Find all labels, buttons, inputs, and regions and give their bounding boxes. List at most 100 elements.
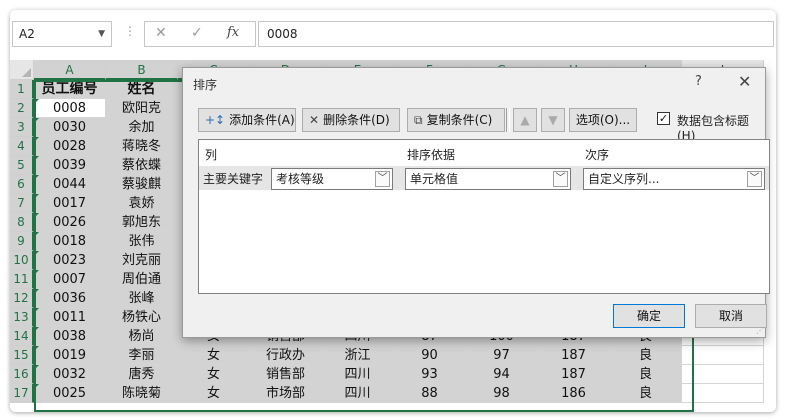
row-header[interactable]: 15 — [10, 346, 34, 365]
table-cell[interactable]: 陈晓菊 — [106, 384, 178, 403]
row-header[interactable]: 7 — [10, 194, 34, 213]
header-cell[interactable]: 员工编号 — [34, 80, 106, 99]
sort-condition-row[interactable]: 主要关键字 考核等级 ﹀ 单元格值 ﹀ 自定义序列... ﹀ — [199, 166, 769, 190]
chevron-down-icon[interactable]: ▼ — [98, 22, 105, 46]
chevron-down-icon[interactable]: ﹀ — [553, 171, 568, 187]
chevron-down-icon[interactable]: ﹀ — [375, 171, 390, 187]
row-header[interactable]: 12 — [10, 289, 34, 308]
table-cell[interactable]: 0044 — [34, 175, 106, 194]
select-all-corner[interactable] — [10, 60, 34, 80]
table-cell[interactable]: 四川 — [322, 384, 394, 403]
table-cell[interactable]: 周伯通 — [106, 270, 178, 289]
table-cell[interactable]: 0007 — [34, 270, 106, 289]
table-cell[interactable]: 李丽 — [106, 346, 178, 365]
row-header[interactable]: 17 — [10, 384, 34, 403]
table-cell[interactable] — [682, 365, 764, 384]
table-cell[interactable]: 蒋晓冬 — [106, 137, 178, 156]
table-cell[interactable]: 0030 — [34, 118, 106, 137]
table-cell[interactable]: 女 — [178, 384, 250, 403]
table-cell[interactable]: 张伟 — [106, 232, 178, 251]
table-cell[interactable]: 女 — [178, 365, 250, 384]
cancel-button[interactable]: 取消 — [695, 304, 767, 328]
table-cell[interactable]: 良 — [610, 346, 682, 365]
table-cell[interactable]: 97 — [466, 346, 538, 365]
table-cell[interactable]: 袁娇 — [106, 194, 178, 213]
table-cell[interactable] — [682, 384, 764, 403]
column-header[interactable]: B — [106, 60, 178, 80]
row-header[interactable]: 9 — [10, 232, 34, 251]
header-cell[interactable]: 姓名 — [106, 80, 178, 99]
table-cell[interactable]: 0028 — [34, 137, 106, 156]
delete-condition-button[interactable]: ✕ 删除条件(D) — [302, 108, 400, 132]
table-cell[interactable]: 唐秀 — [106, 365, 178, 384]
table-cell[interactable]: 杨铁心 — [106, 308, 178, 327]
table-cell[interactable]: 良 — [610, 384, 682, 403]
row-header[interactable]: 11 — [10, 270, 34, 289]
table-cell[interactable]: 0036 — [34, 289, 106, 308]
row-header[interactable]: 14 — [10, 327, 34, 346]
copy-condition-button[interactable]: ⧉ 复制条件(C) — [407, 108, 505, 132]
row-header[interactable]: 2 — [10, 99, 34, 118]
table-cell[interactable]: 销售部 — [250, 365, 322, 384]
chevron-down-icon[interactable]: ﹀ — [747, 171, 762, 187]
table-cell[interactable]: 90 — [394, 346, 466, 365]
row-header[interactable]: 5 — [10, 156, 34, 175]
row-header[interactable]: 8 — [10, 213, 34, 232]
table-cell[interactable]: 刘克丽 — [106, 251, 178, 270]
table-cell[interactable]: 市场部 — [250, 384, 322, 403]
table-cell[interactable] — [682, 346, 764, 365]
table-cell[interactable]: 行政办 — [250, 346, 322, 365]
row-header[interactable]: 1 — [10, 80, 34, 99]
column-select[interactable]: 考核等级 ﹀ — [271, 168, 393, 190]
row-header[interactable]: 4 — [10, 137, 34, 156]
options-button[interactable]: 选项(O)... — [569, 108, 637, 132]
enter-icon[interactable]: ✓ — [191, 25, 203, 41]
order-select[interactable]: 自定义序列... ﹀ — [583, 168, 765, 190]
table-cell[interactable]: 187 — [538, 346, 610, 365]
table-cell[interactable]: 良 — [610, 365, 682, 384]
table-cell[interactable]: 女 — [178, 346, 250, 365]
ok-button[interactable]: 确定 — [613, 304, 685, 328]
table-cell[interactable]: 蔡依蝶 — [106, 156, 178, 175]
table-cell[interactable]: 186 — [538, 384, 610, 403]
table-cell[interactable]: 张峰 — [106, 289, 178, 308]
table-cell[interactable]: 余加 — [106, 118, 178, 137]
table-cell[interactable]: 0008 — [34, 99, 106, 118]
table-cell[interactable]: 94 — [466, 365, 538, 384]
move-down-button[interactable]: ▼ — [541, 108, 565, 132]
resize-grip-icon[interactable]: ⋰ — [756, 326, 764, 335]
table-cell[interactable]: 蔡骏麒 — [106, 175, 178, 194]
table-cell[interactable]: 0018 — [34, 232, 106, 251]
table-cell[interactable]: 88 — [394, 384, 466, 403]
table-cell[interactable]: 93 — [394, 365, 466, 384]
header-checkbox[interactable]: ✓ — [657, 112, 670, 125]
help-icon[interactable]: ? — [695, 74, 702, 89]
table-cell[interactable]: 98 — [466, 384, 538, 403]
table-cell[interactable]: 0026 — [34, 213, 106, 232]
row-header[interactable]: 3 — [10, 118, 34, 137]
table-cell[interactable]: 187 — [538, 365, 610, 384]
table-cell[interactable]: 0032 — [34, 365, 106, 384]
row-header[interactable]: 13 — [10, 308, 34, 327]
row-header[interactable]: 16 — [10, 365, 34, 384]
table-cell[interactable]: 四川 — [322, 365, 394, 384]
table-cell[interactable]: 浙江 — [322, 346, 394, 365]
table-cell[interactable]: 0038 — [34, 327, 106, 346]
table-cell[interactable]: 0023 — [34, 251, 106, 270]
name-box[interactable]: A2 ▼ — [12, 21, 112, 47]
table-cell[interactable]: 杨尚 — [106, 327, 178, 346]
formula-input[interactable]: 0008 — [258, 21, 774, 47]
row-header[interactable]: 10 — [10, 251, 34, 270]
sort-on-select[interactable]: 单元格值 ﹀ — [405, 168, 571, 190]
table-cell[interactable]: 0019 — [34, 346, 106, 365]
move-up-button[interactable]: ▲ — [513, 108, 537, 132]
column-header[interactable]: A — [34, 60, 106, 80]
table-cell[interactable]: 0039 — [34, 156, 106, 175]
close-icon[interactable]: ✕ — [738, 72, 751, 91]
add-condition-button[interactable]: +↕ 添加条件(A) — [198, 108, 296, 132]
row-header[interactable]: 6 — [10, 175, 34, 194]
table-cell[interactable]: 0025 — [34, 384, 106, 403]
table-cell[interactable]: 0017 — [34, 194, 106, 213]
cancel-icon[interactable]: ✕ — [155, 25, 167, 41]
table-cell[interactable]: 欧阳克 — [106, 99, 178, 118]
